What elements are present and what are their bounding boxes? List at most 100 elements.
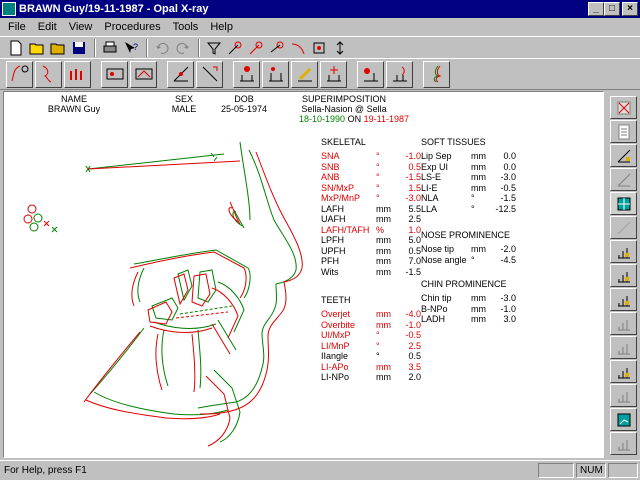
side-toolbar	[606, 91, 640, 458]
measure-1-button[interactable]	[233, 60, 260, 88]
teeth-row: LI-NPo mm 2.0	[321, 372, 421, 382]
tool-vertical-button[interactable]	[330, 38, 350, 57]
trace-teeth-button[interactable]	[64, 60, 91, 88]
tool-curve-button[interactable]	[288, 38, 308, 57]
line-icon	[202, 66, 217, 82]
measure-label: UAFH	[321, 214, 346, 224]
measure-label: LADH	[421, 314, 446, 324]
tool-measure-button[interactable]	[309, 38, 329, 57]
open-all-button[interactable]	[48, 38, 68, 57]
measure-unit: °	[376, 351, 380, 361]
redo-icon	[176, 42, 189, 54]
nose-prominence-title: NOSE PROMINENCE	[421, 230, 511, 240]
measure-label: UI/MxP	[321, 330, 351, 340]
measure-value: 0.5	[408, 245, 421, 256]
tool-points-alt-button[interactable]	[267, 38, 287, 57]
side-delete-button[interactable]	[610, 96, 637, 119]
side-graph-9-button[interactable]	[610, 432, 637, 455]
measure-label: LLA	[421, 203, 438, 214]
maximize-button[interactable]: □	[604, 2, 620, 16]
measure-2-button[interactable]	[262, 60, 289, 88]
points-alt-icon	[270, 41, 284, 52]
help-button[interactable]: ?	[121, 38, 141, 57]
tool-points-red-button[interactable]	[246, 38, 266, 57]
trace-maxilla-button[interactable]	[101, 60, 128, 88]
side-graph-4-button[interactable]	[610, 312, 637, 335]
trace-profile-button[interactable]	[35, 60, 62, 88]
measure-cross-icon	[326, 66, 341, 82]
menu-edit[interactable]: Edit	[32, 21, 63, 33]
menu-tools[interactable]: Tools	[167, 21, 205, 33]
measure-label: IIangle	[321, 351, 349, 361]
trace-skull-button[interactable]	[6, 60, 33, 88]
side-analysis-1-button[interactable]	[610, 144, 637, 167]
measure-value: -12.5	[495, 203, 516, 214]
measure-label: SNA	[321, 151, 340, 161]
side-report-button[interactable]	[610, 120, 637, 143]
soft-tissue-button[interactable]	[423, 60, 450, 88]
minimize-button[interactable]: _	[588, 2, 604, 16]
print-button[interactable]	[100, 38, 120, 57]
new-button[interactable]	[6, 38, 26, 57]
side-graph-2-button[interactable]	[610, 264, 637, 287]
measure-unit: mm	[471, 303, 486, 314]
measure-label: LI/MnP	[321, 340, 350, 351]
measure-label: LAFH	[321, 203, 345, 214]
nose-row: Nose tip mm -2.0	[421, 244, 516, 254]
undo-button[interactable]	[152, 38, 172, 57]
line-button[interactable]	[196, 60, 223, 88]
angle-button[interactable]	[167, 60, 194, 88]
side-graph-8-button[interactable]	[610, 408, 637, 431]
side-active-button[interactable]	[610, 192, 637, 215]
measure-unit: °	[376, 151, 380, 161]
menu-help[interactable]: Help	[204, 21, 239, 33]
side-analysis-3-button[interactable]	[610, 216, 637, 239]
side-analysis-2-button[interactable]	[610, 168, 637, 191]
measure-value: -1.5	[500, 193, 516, 203]
measure-value: 5.0	[408, 235, 421, 245]
measure-unit: mm	[471, 314, 486, 324]
side-graph-7-button[interactable]	[610, 384, 637, 407]
graph-icon	[617, 367, 630, 378]
app-icon[interactable]	[2, 2, 16, 16]
overlay-button[interactable]	[386, 60, 413, 88]
measure-value: 2.5	[408, 214, 421, 224]
measure-value: -1.5	[405, 266, 421, 277]
menu-view[interactable]: View	[63, 21, 99, 33]
redo-button[interactable]	[173, 38, 193, 57]
measure-unit: °	[376, 172, 380, 182]
menu-file[interactable]: File	[2, 21, 32, 33]
teeth-row: Overbite mm -1.0	[321, 320, 421, 330]
close-button[interactable]: ×	[622, 2, 638, 16]
skeletal-row: MxP/MnP ° -3.0	[321, 193, 421, 203]
measure-3-button[interactable]	[291, 60, 318, 88]
measure-4-button[interactable]	[320, 60, 347, 88]
measure-value: 0.0	[503, 151, 516, 161]
tracing-canvas[interactable]: NAME BRAWN Guy SEX MALE DOB 25-05-1974 S…	[3, 91, 604, 458]
save-button[interactable]	[69, 38, 89, 57]
tool-funnel-button[interactable]	[204, 38, 224, 57]
measure-unit: %	[376, 224, 385, 235]
measure-unit: mm	[376, 361, 391, 372]
skeletal-title: SKELETAL	[321, 137, 366, 147]
curve-icon	[291, 43, 305, 54]
tool-points-button[interactable]	[225, 38, 245, 57]
menu-procedures[interactable]: Procedures	[98, 21, 166, 33]
graph-grey-icon	[617, 319, 630, 330]
trace-mandible-button[interactable]	[130, 60, 157, 88]
side-graph-5-button[interactable]	[610, 336, 637, 359]
measure-label: MxP/MnP	[321, 193, 361, 203]
graph-blue-icon	[617, 413, 630, 426]
date-b: 19-11-1987	[363, 114, 409, 124]
name-label: NAME	[60, 94, 87, 104]
measure-unit: mm	[376, 245, 391, 256]
measure-label: UPFH	[321, 245, 346, 256]
grid-blue-icon	[617, 197, 630, 210]
open-button[interactable]	[27, 38, 47, 57]
measure-value: -1.0	[405, 319, 421, 330]
side-graph-3-button[interactable]	[610, 288, 637, 311]
side-graph-1-button[interactable]	[610, 240, 637, 263]
superimpose-button[interactable]	[357, 60, 384, 88]
teeth-row: UI/MxP ° -0.5	[321, 330, 421, 340]
side-graph-6-button[interactable]	[610, 360, 637, 383]
